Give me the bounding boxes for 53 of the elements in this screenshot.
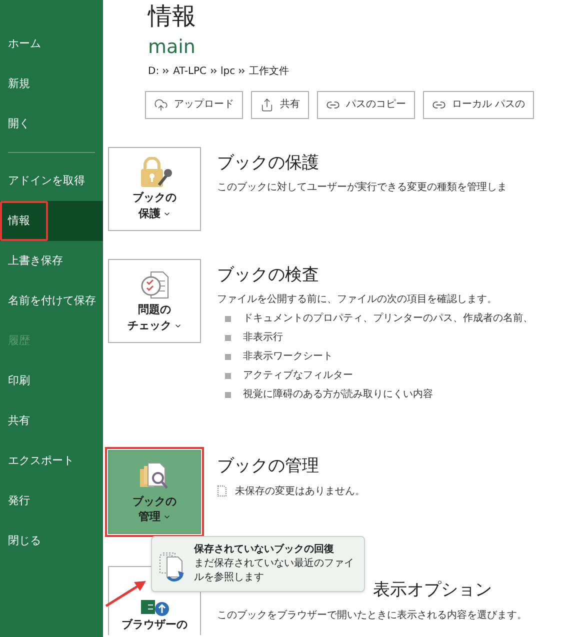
sidebar-item[interactable]: 新規 [0,64,103,104]
bullet-text: 非表示ワークシート [243,350,333,364]
sidebar-item[interactable]: 発行 [0,481,103,521]
bullet-text: ドキュメントのプロパティ、プリンターのパス、作成者の名前、 [243,312,533,326]
section-button[interactable]: ブックの 管理 [108,450,201,534]
bullet-icon [225,372,231,379]
bullet-text: アクティブなフィルター [243,368,353,384]
section-description: このブックをブラウザーで開いたときに表示される内容を選びます。 [217,608,527,623]
tooltip-popup[interactable]: 保存されていないブックの回復 まだ保存されていない最近のファイルを参照します [151,536,365,592]
section-button[interactable]: ブックの 保護 [108,146,201,231]
bullet-icon [225,354,231,360]
document-icon [217,485,227,498]
file-name: main [148,36,196,60]
chevron-icon [210,68,217,74]
action-button[interactable]: ローカル パスの [423,90,534,119]
sidebar-item[interactable]: 閉じる [0,521,103,561]
sidebar-item[interactable]: 上書き保存 [0,241,103,281]
path-segment[interactable]: 工作文件 [249,64,290,79]
bullet-icon [225,334,231,341]
sidebar-item[interactable]: アドインを取得 [0,161,103,201]
sidebar-item[interactable]: 名前を付けて保存 [0,281,103,321]
path-segment[interactable]: D: [148,64,160,79]
action-button[interactable]: 共有 [251,90,309,119]
path-segment[interactable]: AT-LPC [173,64,207,79]
popup-title: 保存されていないブックの回復 [194,543,335,557]
bullet-text: 非表示行 [243,330,283,346]
section-description: ファイルを公開する前に、ファイルの次の項目を確認します。 [217,292,498,308]
section-title: ブックの管理 [217,455,320,478]
page-title: 情報 [148,4,197,28]
sidebar-item[interactable]: 印刷 [0,361,103,401]
chevron-icon [163,68,170,74]
section-title: ブックの検査 [217,264,320,287]
share-icon [260,98,274,112]
bullet-icon [225,316,231,322]
sidebar-item[interactable]: ホーム [0,24,103,64]
section-title: ブックの保護 [217,152,320,175]
sidebar-item[interactable]: 開く [0,104,103,144]
path-segment[interactable]: lpc [220,64,236,79]
section-description: このブックに対してユーザーが実行できる変更の種類を管理しま [217,180,507,196]
spreadsheet-upload-icon [140,600,168,616]
status-note: 未保存の変更はありません。 [235,484,365,499]
bullet-text: 視覚に障碍のある方が読み取りにくい内容 [243,388,433,402]
section-button[interactable]: 問題の チェック [108,258,201,343]
action-button[interactable]: パスのコピー [317,90,415,119]
action-button[interactable]: アップロード [145,90,243,119]
section-title: 表示オプション [373,579,493,602]
sidebar-item[interactable]: 情報 [0,201,103,241]
chevron-icon [239,68,246,74]
bullet-icon [225,392,231,398]
sidebar-item[interactable]: 共有 [0,401,103,441]
cloud-upload-icon [154,98,168,112]
sidebar-item[interactable]: エクスポート [0,441,103,481]
checklist-document-icon [138,269,170,301]
